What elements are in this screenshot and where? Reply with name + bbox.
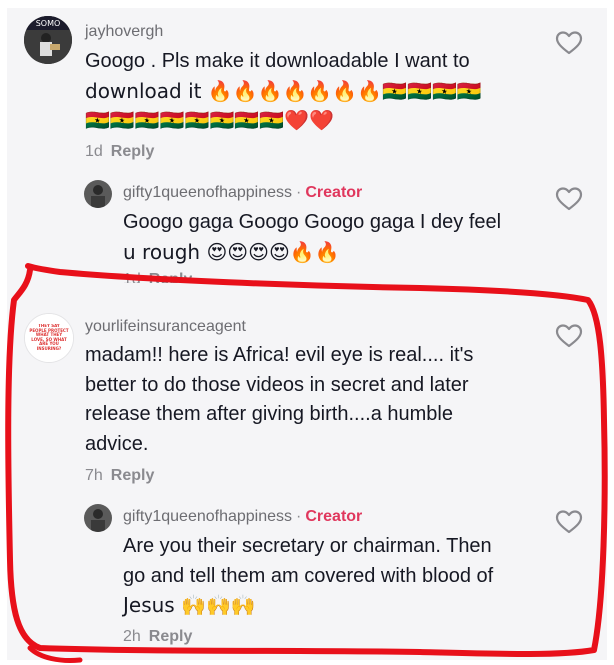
avatar-image: THEY SAY PEOPLE PROTECT WHAT THEY LOVE. … (25, 314, 73, 362)
avatar[interactable]: THEY SAY PEOPLE PROTECT WHAT THEY LOVE. … (24, 313, 74, 363)
reply-button[interactable]: Reply (149, 271, 193, 283)
comment-text: Are you their secretary or chairman. The… (123, 532, 553, 621)
avatar-image (84, 180, 112, 208)
separator-dot: · (296, 184, 302, 201)
comment-username[interactable]: gifty1queenofhappiness · Creator (123, 184, 362, 202)
comment-time: 1d (123, 271, 141, 283)
avatar[interactable]: SOMO (24, 16, 72, 64)
avatar-image: SOMO (24, 16, 72, 64)
comment-meta: 1d Reply (123, 271, 192, 283)
comment-time: 7h (85, 467, 103, 484)
comment-text-line: 🇬🇭🇬🇭🇬🇭🇬🇭🇬🇭🇬🇭🇬🇭🇬🇭❤️❤️ (85, 108, 335, 132)
avatar-image (84, 504, 112, 532)
reply-button[interactable]: Reply (111, 467, 155, 484)
comment-text-line: Are you their secretary or chairman. The… (123, 535, 492, 557)
comment-meta: 2h Reply (123, 628, 192, 646)
separator-dot: · (296, 508, 302, 525)
reply-button[interactable]: Reply (111, 143, 155, 160)
comment-meta: 1d Reply (85, 143, 154, 161)
comment-text-line: Googo gaga Googo Googo gaga I dey feel (123, 211, 502, 233)
like-heart-icon[interactable] (555, 323, 583, 349)
comment-text-line: go and tell them am covered with blood o… (123, 564, 494, 587)
comment-text: Googo . Pls make it downloadable I want … (85, 47, 545, 136)
comment-meta: 7h Reply (85, 467, 154, 485)
comment-username[interactable]: jayhovergh (85, 23, 163, 41)
comment-username[interactable]: yourlifeinsuranceagent (85, 318, 246, 336)
comment-text: Googo gaga Googo Googo gaga I dey feel u… (123, 208, 553, 267)
comment-username[interactable]: gifty1queenofhappiness · Creator (123, 508, 362, 526)
creator-badge: Creator (305, 508, 363, 525)
comment-text-line: release them after giving birth....a hum… (85, 403, 453, 425)
like-heart-icon[interactable] (555, 509, 583, 535)
comment-text-line: u rough 😍😍😍😍🔥🔥 (123, 239, 340, 264)
avatar[interactable] (84, 504, 112, 532)
creator-badge: Creator (305, 184, 363, 201)
comment-text: madam!! here is Africa! evil eye is real… (85, 341, 545, 459)
comment-text-line: Googo . Pls make it downloadable I want … (85, 50, 470, 72)
avatar[interactable] (84, 180, 112, 208)
username-text: gifty1queenofhappiness (123, 508, 293, 525)
comment-text-line: madam!! here is Africa! evil eye is real… (85, 344, 474, 366)
comment-text-line: download it 🔥🔥🔥🔥🔥🔥🔥🇬🇭🇬🇭🇬🇭🇬🇭 (85, 78, 482, 103)
comment-text-line: advice. (85, 432, 149, 455)
comment-text-line: Jesus 🙌🙌🙌 (123, 593, 256, 617)
like-heart-icon[interactable] (555, 30, 583, 56)
svg-text:SOMO: SOMO (36, 19, 61, 28)
like-heart-icon[interactable] (555, 186, 583, 212)
reply-button[interactable]: Reply (149, 628, 193, 645)
comment-text-line: better to do those videos in secret and … (85, 373, 469, 396)
comment-time: 1d (85, 143, 103, 160)
comment-time: 2h (123, 628, 141, 645)
username-text: gifty1queenofhappiness (123, 184, 293, 201)
